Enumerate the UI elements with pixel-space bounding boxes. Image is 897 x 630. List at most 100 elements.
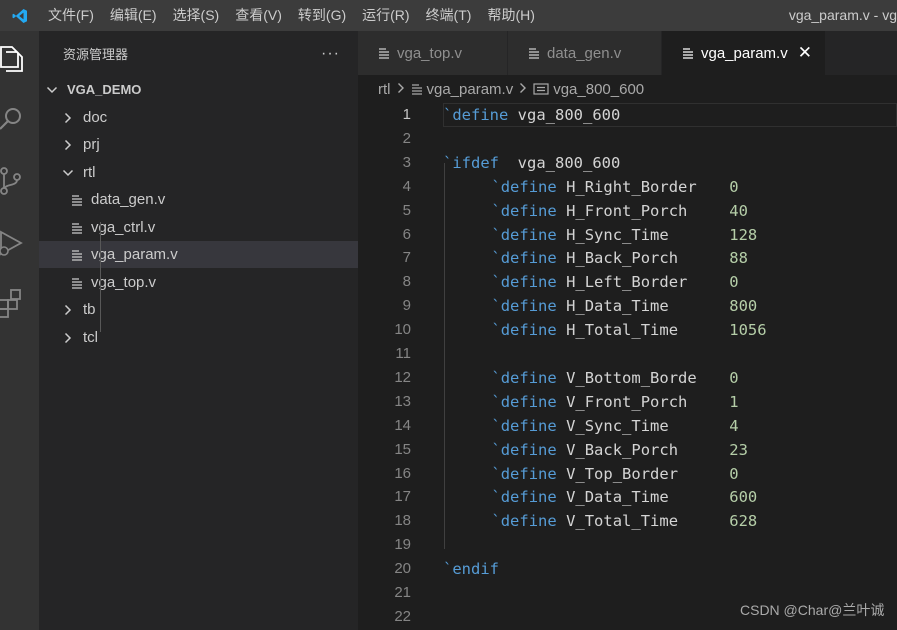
tree-folder-tb[interactable]: tb bbox=[39, 296, 380, 323]
tree-folder-prj[interactable]: prj bbox=[39, 131, 380, 158]
code-line[interactable]: 8 `define H_Left_Border 0 bbox=[358, 270, 897, 294]
code-number: 600 bbox=[729, 488, 758, 507]
menu-bar: 文件(F) 编辑(E) 选择(S) 查看(V) 转到(G) 运行(R) 终端(T… bbox=[40, 0, 543, 31]
code-text: `define H_Right_Border 0 bbox=[491, 175, 738, 199]
more-actions-icon[interactable]: ··· bbox=[321, 45, 340, 63]
tree-file-vga-top[interactable]: vga_top.v bbox=[39, 269, 390, 296]
line-number: 15 bbox=[394, 440, 411, 458]
line-number: 19 bbox=[394, 536, 411, 554]
search-icon[interactable] bbox=[0, 97, 39, 141]
line-number: 3 bbox=[402, 153, 411, 171]
menu-help[interactable]: 帮助(H) bbox=[479, 0, 542, 31]
code-line[interactable]: 10 `define H_Total_Time 1056 bbox=[358, 318, 897, 342]
code-line[interactable]: 19 bbox=[358, 533, 897, 557]
code-text: `define V_Back_Porch 23 bbox=[491, 438, 748, 462]
code-line[interactable]: 17 `define V_Data_Time 600 bbox=[358, 485, 897, 509]
code-line[interactable]: 14 `define V_Sync_Time 4 bbox=[358, 414, 897, 438]
line-number: 14 bbox=[394, 416, 411, 434]
tree-folder-doc[interactable]: doc bbox=[39, 104, 380, 131]
code-line[interactable]: 18 `define V_Total_Time 628 bbox=[358, 509, 897, 533]
code-line[interactable]: 1 `define vga_800_600 bbox=[358, 103, 897, 127]
code-keyword: `define bbox=[491, 416, 557, 435]
code-keyword: `define bbox=[491, 297, 557, 316]
vscode-logo-icon bbox=[0, 0, 40, 31]
menu-file[interactable]: 文件(F) bbox=[40, 0, 102, 31]
code-number: 88 bbox=[729, 249, 748, 268]
code-number: 0 bbox=[729, 177, 739, 196]
code-text: `define V_Data_Time 600 bbox=[491, 485, 757, 509]
explorer-icon[interactable] bbox=[0, 37, 39, 81]
window-title: vga_param.v - vg bbox=[788, 7, 897, 23]
code-line[interactable]: 12 `define V_Bottom_Borde 0 bbox=[358, 366, 897, 390]
code-line[interactable]: 15 `define V_Back_Porch 23 bbox=[358, 438, 897, 462]
line-number: 16 bbox=[394, 464, 411, 482]
line-number: 1 bbox=[402, 106, 411, 123]
code-number: 0 bbox=[729, 368, 739, 387]
line-number: 12 bbox=[394, 368, 411, 386]
code-line[interactable]: 2 bbox=[358, 127, 897, 151]
menu-go[interactable]: 转到(G) bbox=[290, 0, 354, 31]
tab-vga-top[interactable]: vga_top.v bbox=[358, 31, 508, 75]
code-identifier: H_Total_Time bbox=[566, 321, 679, 340]
tab-vga-param[interactable]: vga_param.v ✕ bbox=[662, 31, 826, 75]
tree-folder-rtl[interactable]: rtl bbox=[39, 159, 380, 186]
code-identifier: H_Back_Porch bbox=[566, 249, 679, 268]
code-editor[interactable]: 1 `define vga_800_600 2 3 `ifdef vga_800_600… bbox=[358, 103, 897, 630]
menu-run[interactable]: 运行(R) bbox=[354, 0, 417, 31]
code-line[interactable]: 9 `define H_Data_Time 800 bbox=[358, 294, 897, 318]
editor-tabs: vga_top.v data_gen.v vga_param.v ✕ bbox=[358, 31, 897, 75]
extensions-icon[interactable] bbox=[0, 281, 39, 325]
code-line[interactable]: 6 `define H_Sync_Time 128 bbox=[358, 223, 897, 247]
code-identifier: H_Sync_Time bbox=[566, 225, 669, 244]
code-line[interactable]: 4 `define H_Right_Border 0 bbox=[358, 175, 897, 199]
code-number: 40 bbox=[729, 201, 748, 220]
line-number: 2 bbox=[402, 129, 411, 147]
menu-edit[interactable]: 编辑(E) bbox=[102, 0, 165, 31]
chevron-right-icon bbox=[396, 81, 406, 98]
breadcrumb-file[interactable]: vga_param.v bbox=[427, 81, 514, 98]
run-debug-icon[interactable] bbox=[0, 221, 39, 265]
code-line[interactable]: 7 `define H_Back_Porch 88 bbox=[358, 246, 897, 270]
code-number: 1056 bbox=[729, 321, 767, 340]
code-line[interactable]: 16 `define V_Top_Border 0 bbox=[358, 462, 897, 486]
menu-terminal[interactable]: 终端(T) bbox=[418, 0, 480, 31]
breadcrumb-symbol[interactable]: vga_800_600 bbox=[553, 81, 644, 98]
code-text: `define H_Left_Border 0 bbox=[491, 270, 738, 294]
tree-indent-guide bbox=[100, 222, 101, 332]
code-line[interactable]: 13 `define V_Front_Porch 1 bbox=[358, 390, 897, 414]
menu-selection[interactable]: 选择(S) bbox=[165, 0, 228, 31]
file-lines-icon bbox=[71, 277, 85, 289]
tree-file-data-gen[interactable]: data_gen.v bbox=[39, 186, 390, 213]
chevron-right-icon bbox=[61, 332, 75, 344]
code-identifier: V_Bottom_Borde bbox=[566, 368, 697, 387]
breadcrumb-folder[interactable]: rtl bbox=[378, 81, 391, 98]
tree-folder-tcl[interactable]: tcl bbox=[39, 324, 380, 351]
code-identifier: H_Data_Time bbox=[566, 297, 669, 316]
menu-view[interactable]: 查看(V) bbox=[227, 0, 290, 31]
close-icon[interactable]: ✕ bbox=[798, 43, 812, 63]
code-number: 23 bbox=[729, 440, 748, 459]
code-identifier: vga_800_600 bbox=[508, 153, 621, 172]
code-identifier: V_Back_Porch bbox=[566, 440, 679, 459]
tab-data-gen[interactable]: data_gen.v bbox=[508, 31, 662, 75]
code-text: `define H_Total_Time 1056 bbox=[491, 318, 766, 342]
file-lines-icon bbox=[71, 222, 85, 234]
code-line[interactable]: 20 `endif bbox=[358, 557, 897, 581]
line-number: 13 bbox=[394, 392, 411, 410]
code-line[interactable]: 11 bbox=[358, 342, 897, 366]
source-control-icon[interactable] bbox=[0, 159, 39, 203]
code-line[interactable]: 3 `ifdef vga_800_600 bbox=[358, 151, 897, 175]
line-number: 21 bbox=[394, 584, 411, 601]
tree-file-vga-ctrl[interactable]: vga_ctrl.v bbox=[39, 214, 390, 241]
line-number: 6 bbox=[402, 225, 411, 243]
code-text: `define V_Sync_Time 4 bbox=[491, 414, 738, 438]
file-lines-icon bbox=[378, 47, 390, 59]
code-line[interactable]: 5 `define H_Front_Porch 40 bbox=[358, 199, 897, 223]
file-lines-icon bbox=[682, 47, 694, 59]
code-text: `define H_Sync_Time 128 bbox=[491, 223, 757, 247]
tree-label: doc bbox=[83, 109, 108, 126]
tree-file-vga-param[interactable]: vga_param.v bbox=[39, 241, 390, 268]
explorer-sidebar: 资源管理器 ··· VGA_DEMO doc prj rtl data_gen.… bbox=[39, 31, 390, 630]
project-root[interactable]: VGA_DEMO bbox=[39, 76, 364, 103]
chevron-right-icon bbox=[61, 139, 75, 151]
